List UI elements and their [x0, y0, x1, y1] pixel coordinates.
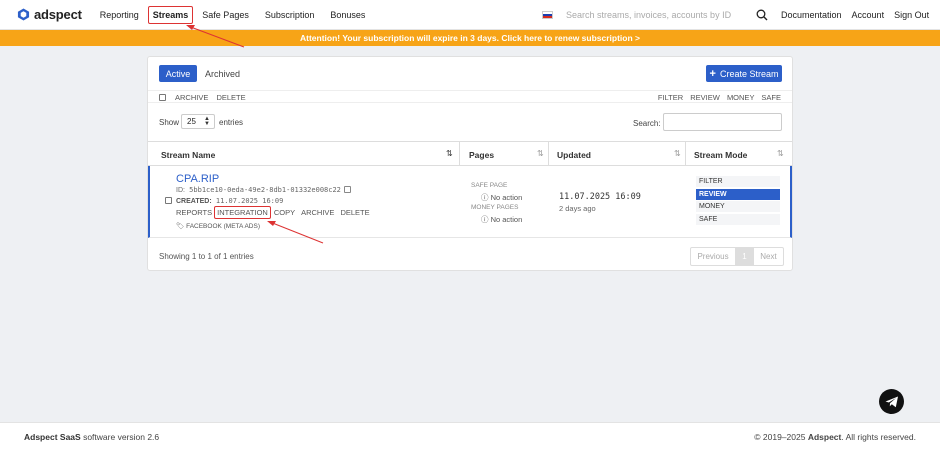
stream-name-link[interactable]: CPA.RIP — [176, 173, 219, 185]
copyright-prefix: © 2019–2025 — [754, 432, 806, 442]
col-updated[interactable]: Updated — [557, 150, 591, 160]
mode-filter-safe[interactable]: SAFE — [761, 93, 781, 102]
traffic-source-tag: 🏷 FACEBOOK (META ADS) — [176, 222, 260, 230]
col-pages[interactable]: Pages — [469, 150, 494, 160]
nav-account[interactable]: Account — [852, 10, 885, 20]
footer-version: Adspect SaaS software version 2.6 — [24, 432, 159, 442]
bulk-action-bar: ARCHIVE DELETE FILTER REVIEW MONEY SAFE — [148, 90, 792, 103]
russian-flag-icon[interactable] — [542, 11, 553, 19]
streams-card: Active Archived + Create Stream ARCHIVE … — [147, 56, 793, 271]
safe-page-label: SAFE PAGE — [471, 182, 508, 189]
tab-active[interactable]: Active — [159, 65, 197, 82]
subscription-banner[interactable]: Attention! Your subscription will expire… — [0, 30, 940, 46]
created-value: 11.07.2025 16:09 — [215, 197, 284, 205]
show-label: Show — [159, 118, 180, 127]
stream-id-label: ID: — [176, 187, 185, 194]
footer-copyright: © 2019–2025 Adspect. All rights reserved… — [754, 432, 916, 442]
mode-option-safe[interactable]: SAFE — [696, 213, 780, 225]
copyright-brand: Adspect — [807, 432, 842, 442]
mode-option-review[interactable]: REVIEW — [696, 188, 780, 200]
create-stream-button[interactable]: + Create Stream — [706, 65, 782, 82]
footer-brand: Adspect SaaS — [24, 432, 81, 442]
footer-version-text: software version 2.6 — [83, 432, 160, 442]
integration-link[interactable]: INTEGRATION — [214, 206, 271, 219]
column-divider — [685, 142, 686, 165]
money-pages-value: ⓘ No action — [481, 215, 523, 224]
top-nav: adspect Reporting Streams Safe Pages Sub… — [0, 0, 940, 30]
row-checkbox[interactable] — [165, 197, 172, 204]
global-search-input[interactable] — [566, 7, 746, 23]
page-size-select[interactable]: 25 ▲ ▼ — [181, 114, 215, 129]
nav-sign-out[interactable]: Sign Out — [894, 10, 929, 20]
table-search-label: Search: — [633, 119, 661, 128]
column-divider — [548, 142, 549, 165]
nav-bonuses[interactable]: Bonuses — [327, 7, 368, 23]
sort-icon[interactable]: ⇅ — [777, 149, 784, 158]
select-all-checkbox[interactable] — [159, 94, 166, 101]
table-search-input[interactable] — [663, 113, 782, 131]
banner-text: Attention! Your subscription will expire… — [300, 33, 640, 43]
copy-link[interactable]: COPY — [274, 208, 295, 217]
col-stream-name[interactable]: Stream Name — [161, 150, 215, 160]
safe-page-value: ⓘ No action — [481, 193, 523, 202]
sort-icon[interactable]: ⇅ — [537, 149, 544, 158]
bulk-archive-link[interactable]: ARCHIVE — [175, 93, 208, 102]
delete-link[interactable]: DELETE — [340, 208, 369, 217]
column-divider — [459, 142, 460, 165]
table-header: Stream Name ⇅ Pages ⇅ Updated ⇅ Stream M… — [148, 141, 792, 166]
select-arrows-icon: ▲ ▼ — [204, 116, 210, 127]
mode-option-money[interactable]: MONEY — [696, 201, 780, 212]
updated-date: 11.07.2025 16:09 — [559, 192, 641, 202]
page-footer: Adspect SaaS software version 2.6 © 2019… — [0, 422, 940, 449]
stream-id-value: 5bb1ce10-0eda-49e2-8db1-01332e008c22 — [189, 186, 341, 194]
stream-mode-selector: FILTER REVIEW MONEY SAFE — [696, 176, 780, 226]
logo-text: adspect — [34, 7, 82, 22]
stream-created: CREATED: 11.07.2025 16:09 — [176, 197, 283, 205]
info-icon: ⓘ — [481, 193, 491, 202]
mode-filter-review[interactable]: REVIEW — [690, 93, 720, 102]
created-label: CREATED: — [176, 198, 212, 205]
stream-id: ID: 5bb1ce10-0eda-49e2-8db1-01332e008c22 — [176, 186, 351, 194]
tab-archived[interactable]: Archived — [205, 69, 240, 79]
sort-icon[interactable]: ⇅ — [674, 149, 681, 158]
pagination: Previous 1 Next — [690, 247, 784, 266]
entries-info: Showing 1 to 1 of 1 entries — [159, 252, 254, 261]
sort-icon[interactable]: ⇅ — [446, 149, 453, 158]
copyright-suffix: . All rights reserved. — [841, 432, 916, 442]
table-row: CPA.RIP ID: 5bb1ce10-0eda-49e2-8db1-0133… — [148, 166, 792, 238]
col-stream-mode[interactable]: Stream Mode — [694, 150, 747, 160]
nav-streams[interactable]: Streams — [147, 5, 194, 24]
entries-label: entries — [219, 118, 244, 127]
previous-page-button[interactable]: Previous — [691, 248, 736, 265]
create-stream-label: Create Stream — [719, 68, 779, 79]
nav-documentation[interactable]: Documentation — [781, 10, 842, 20]
tag-label: FACEBOOK (META ADS) — [186, 223, 260, 230]
nav-safe-pages[interactable]: Safe Pages — [199, 7, 252, 23]
mode-filter-filter[interactable]: FILTER — [658, 93, 683, 102]
reports-link[interactable]: REPORTS — [176, 208, 212, 217]
plus-icon: + — [709, 67, 716, 80]
page-1-button[interactable]: 1 — [736, 248, 753, 265]
telegram-icon — [885, 396, 898, 407]
row-actions: REPORTS INTEGRATION COPY ARCHIVE DELETE — [176, 206, 376, 219]
money-pages-label: MONEY PAGES — [471, 204, 519, 211]
updated-relative: 2 days ago — [559, 204, 596, 213]
page-size-value: 25 — [187, 117, 196, 126]
nav-subscription[interactable]: Subscription — [262, 7, 318, 23]
bulk-delete-link[interactable]: DELETE — [216, 93, 245, 102]
logo[interactable]: adspect — [17, 7, 82, 22]
tag-icon: 🏷 — [176, 223, 185, 230]
next-page-button[interactable]: Next — [753, 248, 783, 265]
nav-reporting[interactable]: Reporting — [97, 7, 142, 23]
mode-filter-money[interactable]: MONEY — [727, 93, 754, 102]
info-icon: ⓘ — [481, 215, 491, 224]
telegram-button[interactable] — [879, 389, 904, 414]
archive-link[interactable]: ARCHIVE — [301, 208, 334, 217]
search-icon[interactable] — [756, 9, 768, 21]
copy-icon[interactable] — [343, 186, 351, 193]
mode-option-filter[interactable]: FILTER — [696, 176, 780, 187]
adspect-logo-icon — [17, 8, 30, 21]
